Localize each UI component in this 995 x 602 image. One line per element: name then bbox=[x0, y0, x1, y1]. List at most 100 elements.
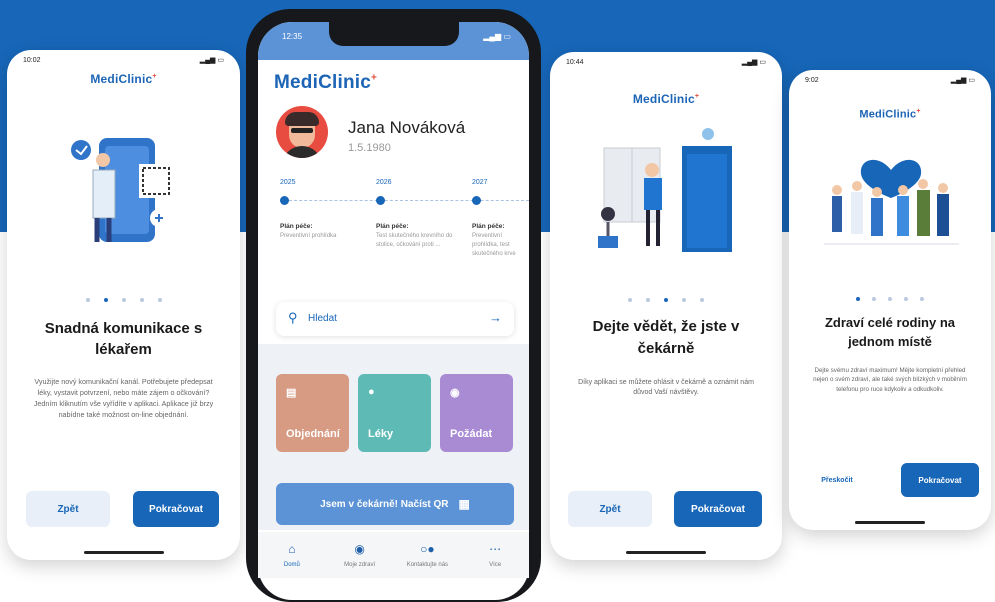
care-plan-text: Preventivní prohlídka bbox=[280, 233, 337, 239]
doctor-phone-illustration bbox=[71, 138, 173, 242]
waiting-room-illustration bbox=[598, 128, 732, 252]
page-dot bbox=[628, 298, 632, 302]
page-dot bbox=[85, 298, 90, 302]
timeline-year: 2027 bbox=[472, 179, 488, 186]
health-icon: ◉ bbox=[354, 542, 365, 556]
home-indicator bbox=[855, 521, 925, 524]
care-plan-text: Test skutečného krevního do stolice, očk… bbox=[376, 233, 453, 248]
nav-my-health[interactable]: ◉ Moje zdraví bbox=[330, 542, 390, 568]
app-logo: MediClinic+ bbox=[632, 92, 700, 106]
avatar[interactable] bbox=[276, 106, 328, 158]
more-icon: ⋯ bbox=[489, 542, 502, 556]
timeline-dot[interactable] bbox=[472, 196, 481, 205]
search-icon: ⚲ bbox=[288, 310, 298, 325]
search-input[interactable]: Hledat bbox=[308, 313, 337, 324]
nav-more[interactable]: ⋯ Více bbox=[465, 542, 525, 568]
page-dot bbox=[700, 298, 704, 302]
timeline-dot[interactable] bbox=[376, 196, 385, 205]
home-indicator bbox=[626, 551, 706, 554]
page-indicator bbox=[550, 298, 782, 302]
onboarding-screen-waiting-room: 10:44 ▂▄▆ ▭ MediClinic+ Dejte vědět, že … bbox=[550, 52, 782, 560]
timeline-dot[interactable] bbox=[280, 196, 289, 205]
onboarding-title: Zdraví celé rodiny na jednom místě bbox=[824, 314, 956, 350]
app-logo: MediClinic+ bbox=[90, 72, 157, 86]
page-dot bbox=[646, 298, 650, 302]
tile-request[interactable]: ◉ Požádat bbox=[440, 374, 513, 452]
care-plan-title: Plán péče: bbox=[376, 223, 409, 230]
care-plan-card[interactable]: Plán péče: Test skutečného krevního do s… bbox=[376, 222, 458, 250]
back-button[interactable]: Zpět bbox=[568, 491, 652, 527]
page-dot bbox=[904, 296, 908, 301]
onboarding-title: Dejte vědět, že jste v čekárně bbox=[592, 318, 740, 357]
status-bar: 9:02 ▂▄▆ ▭ bbox=[789, 70, 991, 90]
waiting-room-qr-button[interactable]: Jsem v čekárně! Načíst QR ▦ bbox=[276, 483, 514, 525]
page-dot bbox=[888, 296, 892, 301]
onboarding-description: Díky aplikaci se můžete ohlásit v čekárn… bbox=[578, 378, 754, 397]
contact-icon: ○● bbox=[420, 542, 435, 556]
user-birth-date: 1.5.1980 bbox=[348, 142, 391, 154]
continue-button[interactable]: Pokračovat bbox=[901, 463, 979, 497]
timeline-year: 2025 bbox=[280, 179, 296, 186]
phone-notch bbox=[329, 22, 459, 46]
nav-label: Kontaktujte nás bbox=[406, 562, 449, 568]
tile-label: Objednání bbox=[286, 428, 340, 440]
arrow-right-icon[interactable]: → bbox=[489, 310, 502, 325]
page-dot-active bbox=[103, 298, 108, 302]
signal-battery-icon: ▂▄▆ ▭ bbox=[741, 59, 766, 66]
tile-label: Léky bbox=[368, 428, 394, 440]
bottom-navigation: ⌂ Domů ◉ Moje zdraví ○● Kontaktujte nás … bbox=[258, 532, 529, 578]
care-plan-text: Preventivní prohlídka, test skutečného k… bbox=[472, 233, 516, 257]
nav-contact[interactable]: ○● Kontaktujte nás bbox=[397, 542, 457, 568]
cta-label: Jsem v čekárně! Načíst QR bbox=[320, 498, 449, 510]
page-dot bbox=[121, 298, 126, 302]
timeline-line bbox=[284, 200, 529, 201]
back-button[interactable]: Zpět bbox=[26, 491, 110, 527]
care-plan-title: Plán péče: bbox=[472, 223, 505, 230]
page-indicator bbox=[7, 298, 240, 302]
nav-label: Moje zdraví bbox=[344, 562, 376, 568]
status-bar: 10:44 ▂▄▆ ▭ bbox=[550, 52, 782, 72]
skip-button[interactable]: Přeskočit bbox=[807, 463, 867, 497]
tile-medication[interactable]: ● Léky bbox=[358, 374, 431, 452]
app-logo: MediClinic+ bbox=[274, 72, 378, 93]
dashboard-screen: 12:35 ▂▄▆ ▭ MediClinic+ Jana Nováková 1.… bbox=[258, 22, 529, 600]
status-bar: 10:02 ▂▄▆ ▭ bbox=[7, 50, 240, 70]
nav-label: Domů bbox=[283, 562, 300, 568]
timeline-year: 2026 bbox=[376, 179, 392, 186]
home-indicator bbox=[83, 551, 164, 554]
search-bar[interactable]: ⚲ Hledat → bbox=[276, 302, 514, 336]
nav-home[interactable]: ⌂ Domů bbox=[262, 542, 322, 568]
signal-battery-icon: ▂▄▆ ▭ bbox=[950, 77, 975, 84]
page-dot bbox=[157, 298, 162, 302]
care-plan-card[interactable]: Plán péče: Preventivní prohlídka, test s… bbox=[472, 222, 528, 259]
page-dot-active bbox=[856, 296, 860, 301]
nav-label: Více bbox=[489, 562, 502, 568]
onboarding-screen-communication: 10:02 ▂▄▆ ▭ MediClinic+ Snadná komunikac… bbox=[7, 50, 240, 560]
onboarding-description: Dejte svému zdraví maximum! Mějte komple… bbox=[813, 366, 967, 393]
tile-appointment[interactable]: ▤ Objednání bbox=[276, 374, 349, 452]
page-dot bbox=[139, 298, 144, 302]
signal-battery-icon: ▂▄▆ ▭ bbox=[199, 57, 224, 64]
onboarding-title: Snadná komunikace s lékařem bbox=[44, 320, 203, 358]
continue-button[interactable]: Pokračovat bbox=[674, 491, 762, 527]
status-time: 9:02 bbox=[805, 76, 819, 84]
signal-battery-icon: ▂▄▆ ▭ bbox=[483, 32, 511, 41]
status-time: 12:35 bbox=[282, 32, 303, 41]
status-time: 10:44 bbox=[566, 58, 584, 66]
calendar-icon: ▤ bbox=[286, 387, 297, 399]
qr-icon: ▦ bbox=[458, 497, 470, 511]
page-dot bbox=[872, 296, 876, 301]
pills-icon: ● bbox=[368, 386, 375, 398]
home-icon: ⌂ bbox=[288, 542, 296, 556]
continue-button[interactable]: Pokračovat bbox=[133, 491, 219, 527]
page-dot bbox=[682, 298, 686, 302]
care-plan-card[interactable]: Plán péče: Preventivní prohlídka bbox=[280, 222, 362, 241]
page-indicator bbox=[789, 296, 991, 301]
onboarding-description: Využijte nový komunikační kanál. Potřebu… bbox=[33, 377, 214, 420]
family-heart-illustration bbox=[824, 159, 959, 245]
care-plan-title: Plán péče: bbox=[280, 223, 313, 230]
chat-icon: ◉ bbox=[450, 387, 460, 399]
onboarding-screen-family-health: 9:02 ▂▄▆ ▭ MediClinic+ Zdraví celé rodin… bbox=[789, 70, 991, 530]
app-logo: MediClinic+ bbox=[859, 108, 921, 121]
tile-label: Požádat bbox=[450, 428, 493, 440]
